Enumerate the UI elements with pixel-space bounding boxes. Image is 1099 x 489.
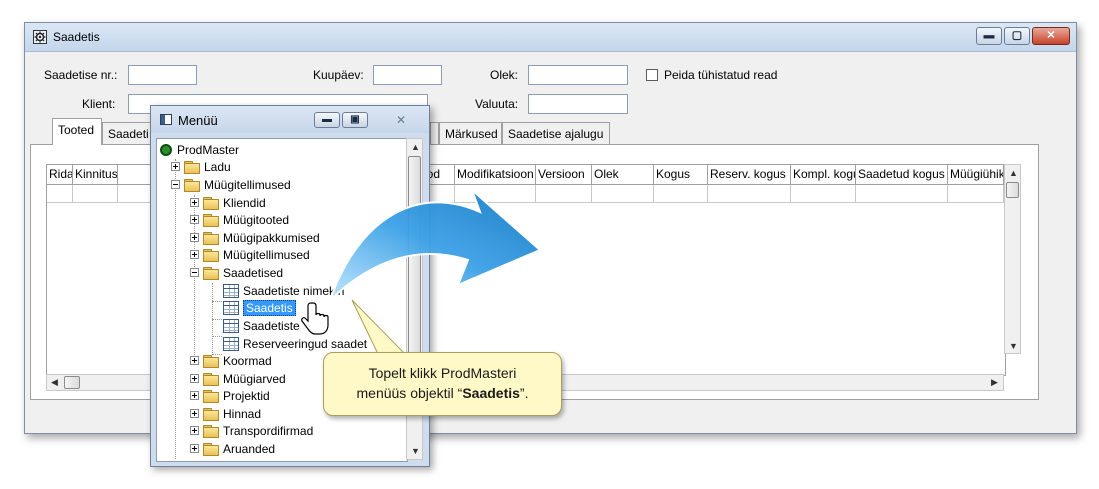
curved-arrow-icon: [329, 189, 542, 301]
instruction-callout: Topelt klikk ProdMasteri menüüs objektil…: [323, 352, 562, 416]
callout-line-2: menüüs objektil “Saadetis”.: [356, 385, 529, 401]
tab-tooted[interactable]: Tooted: [52, 118, 102, 145]
callout-line-1: Topelt klikk ProdMasteri: [368, 365, 517, 381]
callout-highlight: Saadetis: [462, 385, 520, 401]
hand-pointer-icon: [301, 302, 329, 335]
callout-pointer: [351, 299, 407, 355]
